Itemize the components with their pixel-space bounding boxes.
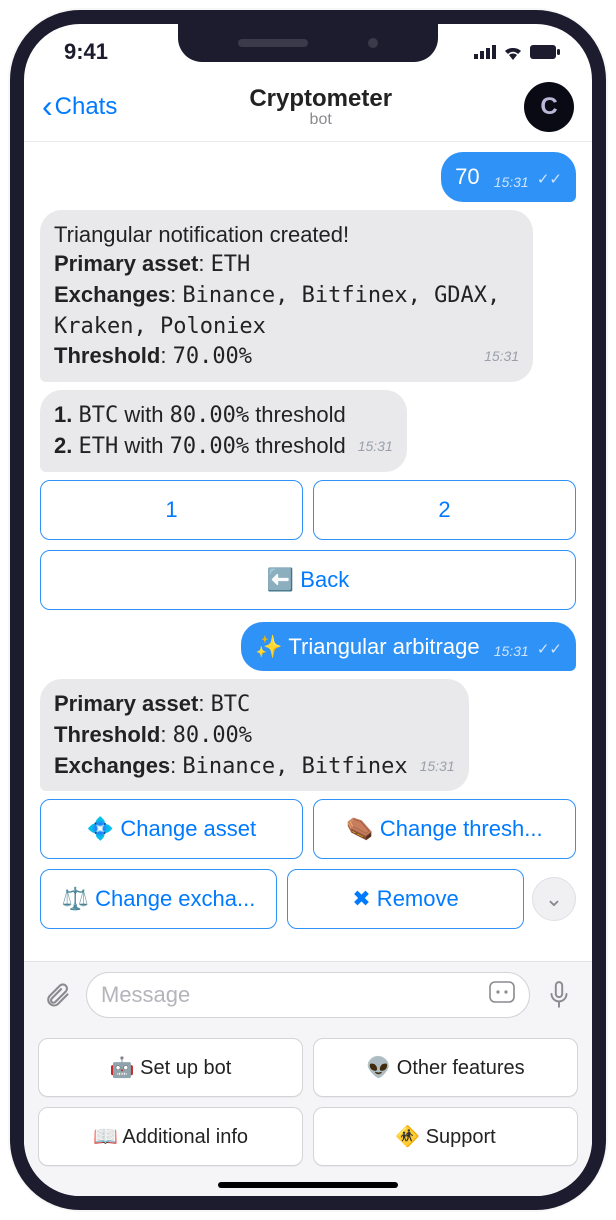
bk-btn-info[interactable]: 📖 Additional info bbox=[38, 1107, 303, 1166]
msg-text: 70 bbox=[455, 164, 479, 189]
msg-in-2[interactable]: 1. BTC with 80.00% threshold 2. ETH with… bbox=[40, 390, 407, 471]
label-threshold: Threshold bbox=[54, 722, 160, 747]
bottom-area: Message 🤖 Set up bot 👽 Other features 📖 … bbox=[24, 961, 592, 1196]
label-exchanges: Exchanges bbox=[54, 282, 170, 307]
msg-time: 15:31 bbox=[484, 347, 519, 366]
msg-out-1[interactable]: 70 15:31 ✓✓ bbox=[441, 152, 576, 202]
message-placeholder: Message bbox=[101, 982, 489, 1008]
battery-icon bbox=[530, 45, 560, 59]
message-input[interactable]: Message bbox=[86, 972, 530, 1018]
avatar[interactable]: C bbox=[524, 82, 574, 132]
attach-button[interactable] bbox=[40, 978, 74, 1012]
chat-header: ‹ Chats Cryptometer bot C bbox=[24, 72, 592, 142]
input-row: Message bbox=[24, 962, 592, 1028]
back-label: Chats bbox=[55, 93, 118, 121]
msg-line: Triangular notification created! bbox=[54, 220, 519, 250]
paperclip-icon bbox=[43, 981, 71, 1009]
home-indicator[interactable] bbox=[218, 1182, 398, 1188]
msg-time: 15:31 bbox=[494, 642, 529, 661]
bk-btn-setup[interactable]: 🤖 Set up bot bbox=[38, 1038, 303, 1097]
msg-out-2[interactable]: ✨ Triangular arbitrage 15:31 ✓✓ bbox=[241, 622, 576, 672]
label-threshold: Threshold bbox=[54, 343, 160, 368]
msg-text: ✨ Triangular arbitrage bbox=[255, 634, 479, 659]
chat-title: Cryptometer bbox=[249, 85, 392, 113]
reply-keyboard: 🤖 Set up bot 👽 Other features 📖 Addition… bbox=[24, 1028, 592, 1166]
kb-btn-back[interactable]: ⬅️ Back bbox=[40, 550, 576, 610]
value-exchanges: Binance, Bitfinex bbox=[182, 754, 407, 779]
sticker-icon[interactable] bbox=[489, 981, 515, 1009]
kb-btn-change-threshold[interactable]: ⚰️ Change thresh... bbox=[313, 799, 576, 859]
expand-toggle[interactable]: ⌄ bbox=[532, 877, 576, 921]
msg-time: 15:31 bbox=[420, 757, 455, 776]
bk-btn-support[interactable]: 🚸 Support bbox=[313, 1107, 578, 1166]
value-primary: BTC bbox=[211, 692, 251, 717]
label-exchanges: Exchanges bbox=[54, 753, 170, 778]
mic-button[interactable] bbox=[542, 978, 576, 1012]
chat-title-wrap[interactable]: Cryptometer bot bbox=[249, 85, 392, 129]
inline-keyboard-2: 💠 Change asset ⚰️ Change thresh... ⚖️ Ch… bbox=[40, 799, 576, 929]
msg-time: 15:31 bbox=[358, 437, 393, 456]
notch bbox=[178, 24, 438, 62]
kb-btn-change-asset[interactable]: 💠 Change asset bbox=[40, 799, 303, 859]
value-threshold: 70.00% bbox=[173, 344, 252, 369]
label-primary: Primary asset bbox=[54, 691, 198, 716]
kb-btn-1[interactable]: 1 bbox=[40, 480, 303, 540]
read-checks-icon: ✓✓ bbox=[537, 641, 562, 658]
msg-time: 15:31 bbox=[494, 173, 529, 192]
bk-btn-other[interactable]: 👽 Other features bbox=[313, 1038, 578, 1097]
chevron-down-icon: ⌄ bbox=[545, 886, 563, 912]
kb-btn-remove[interactable]: ✖ Remove bbox=[287, 869, 524, 929]
chat-subtitle: bot bbox=[249, 111, 392, 129]
read-checks-icon: ✓✓ bbox=[537, 171, 562, 188]
avatar-letter: C bbox=[540, 93, 557, 121]
msg-in-1[interactable]: Triangular notification created! Primary… bbox=[40, 210, 533, 382]
microphone-icon bbox=[546, 980, 572, 1010]
back-button[interactable]: ‹ Chats bbox=[42, 88, 117, 125]
chat-area[interactable]: 70 15:31 ✓✓ Triangular notification crea… bbox=[24, 142, 592, 968]
phone-frame: 9:41 ‹ Chats Cryptometer bot C bbox=[10, 10, 606, 1210]
msg-in-3[interactable]: Primary asset: BTC Threshold: 80.00% Exc… bbox=[40, 679, 469, 791]
chevron-left-icon: ‹ bbox=[42, 88, 53, 125]
status-indicators bbox=[474, 44, 560, 60]
wifi-icon bbox=[502, 44, 524, 60]
inline-keyboard-1: 1 2 ⬅️ Back bbox=[40, 480, 576, 610]
value-primary: ETH bbox=[211, 252, 251, 277]
status-time: 9:41 bbox=[64, 39, 108, 65]
cellular-icon bbox=[474, 45, 496, 59]
label-primary: Primary asset bbox=[54, 251, 198, 276]
kb-btn-2[interactable]: 2 bbox=[313, 480, 576, 540]
kb-btn-change-exchanges[interactable]: ⚖️ Change excha... bbox=[40, 869, 277, 929]
value-threshold: 80.00% bbox=[173, 723, 252, 748]
